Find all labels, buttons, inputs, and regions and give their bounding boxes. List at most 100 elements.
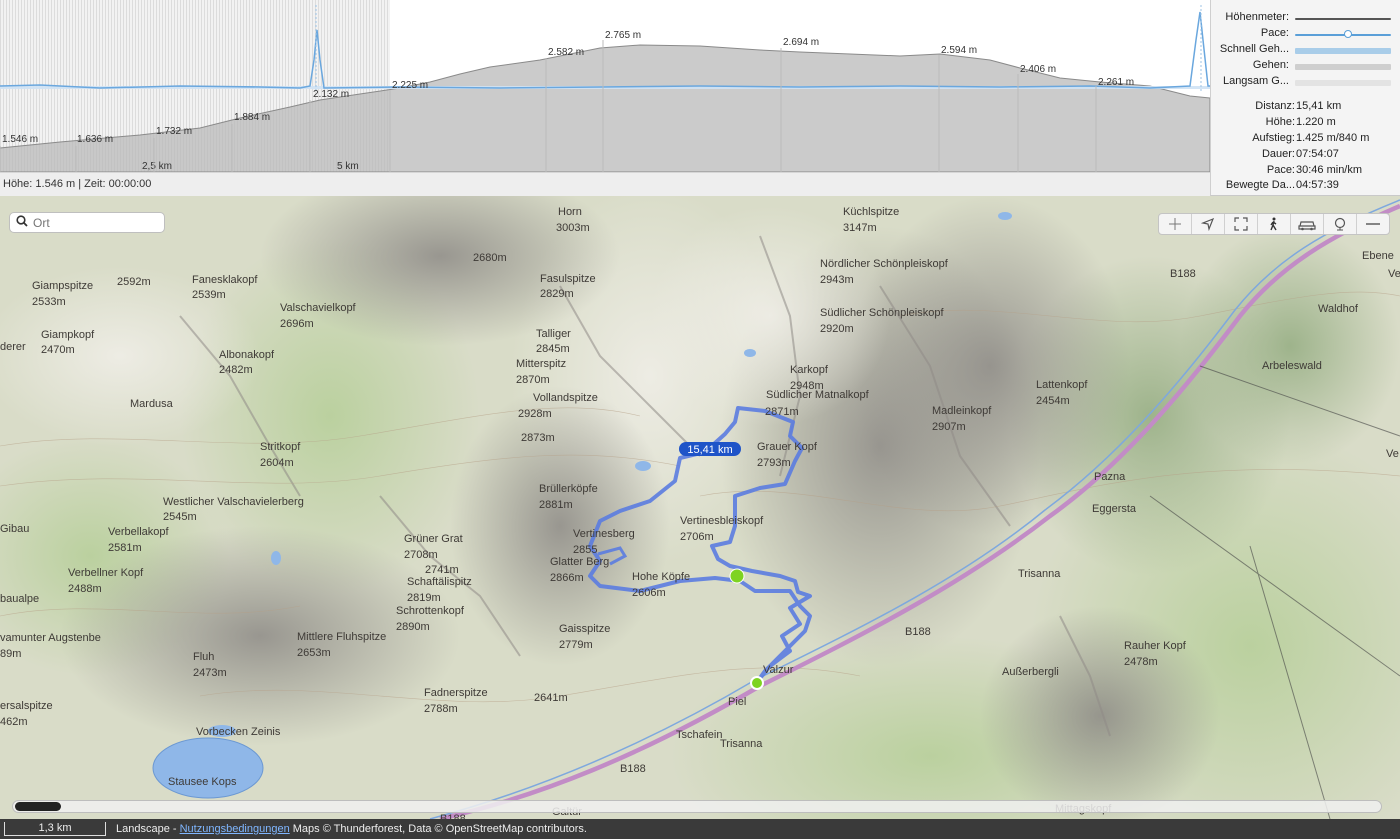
attribution-prefix: Landscape -	[116, 823, 180, 835]
legend-item-slow-walk[interactable]: Langsam G...	[1211, 75, 1400, 91]
map-label: derer	[0, 341, 26, 353]
collapse-button[interactable]	[1357, 214, 1389, 234]
map-label: 2943m	[820, 274, 854, 286]
map-label: 2653m	[297, 647, 331, 659]
legend-item-walk[interactable]: Gehen:	[1211, 59, 1400, 75]
map-label: Vollandspitze	[533, 392, 598, 404]
map-application: { "profile": { "elevation_labels": ["1.5…	[0, 0, 1400, 839]
map-label: Gaisspitze	[559, 623, 610, 635]
map-label: Giampkopf	[41, 329, 95, 341]
stat-label: Bewegte Da...	[1225, 179, 1295, 191]
location-search[interactable]	[9, 212, 165, 233]
terms-of-use-link[interactable]: Nutzungsbedingungen	[180, 823, 290, 835]
map-label: 2845m	[536, 343, 570, 355]
map-label: Vorbecken Zeinis	[196, 726, 281, 738]
map-label: Karkopf	[790, 364, 829, 376]
stat-distance: Distanz: 15,41 km	[1211, 100, 1400, 116]
map-label: Hohe Köpfe	[632, 571, 690, 583]
map-label: 2592m	[117, 276, 151, 288]
fullscreen-button[interactable]	[1225, 214, 1258, 234]
horizontal-scrollbar[interactable]	[12, 800, 1382, 813]
map-label: Fasulspitze	[540, 273, 596, 285]
map-label: Ebene	[1362, 250, 1394, 262]
legend-label: Schnell Geh...	[1219, 43, 1289, 55]
map-label: Schaftälispitz	[407, 576, 472, 588]
map-label: 462m	[0, 716, 28, 728]
route-start-marker[interactable]	[750, 676, 764, 690]
stat-duration: Dauer: 07:54:07	[1211, 148, 1400, 164]
map-label: ersalspitze	[0, 700, 53, 712]
map-label: 2545m	[163, 511, 197, 523]
profile-status: Höhe: 1.546 m | Zeit: 00:00:00	[0, 172, 1210, 196]
car-mode-button[interactable]	[1291, 214, 1324, 234]
locate-button[interactable]	[1192, 214, 1225, 234]
crosshair-button[interactable]	[1159, 214, 1192, 234]
legend-swatch	[1295, 64, 1391, 70]
elev-label: 2.225 m	[392, 80, 428, 91]
legend-item-fast-walk[interactable]: Schnell Geh...	[1211, 43, 1400, 59]
map-label: Westlicher Valschavielerberg	[163, 496, 304, 508]
map-label: 2604m	[260, 457, 294, 469]
map-label: 3147m	[843, 222, 877, 234]
search-input[interactable]	[33, 215, 153, 230]
distance-tick: 2,5 km	[142, 161, 172, 172]
stat-label: Dauer:	[1261, 148, 1295, 160]
legend-label: Höhenmeter:	[1225, 11, 1289, 23]
map-label: 2779m	[559, 639, 593, 651]
elev-label: 2.582 m	[548, 47, 584, 58]
elevation-profile[interactable]: 1.546 m 1.636 m 1.732 m 1.884 m 2.132 m …	[0, 0, 1210, 196]
walking-mode-button[interactable]	[1258, 214, 1291, 234]
stat-value: 1.425 m/840 m	[1296, 132, 1370, 144]
elev-label: 1.732 m	[156, 126, 192, 137]
scale-bar: 1,3 km	[4, 822, 106, 836]
pace-slider-track[interactable]	[1295, 34, 1391, 36]
attribution-suffix: Maps © Thunderforest, Data © OpenStreetM…	[289, 823, 587, 835]
map-label: Arbeleswald	[1262, 360, 1322, 372]
scrollbar-thumb[interactable]	[15, 802, 61, 811]
map-label: Waldhof	[1318, 303, 1359, 315]
stat-value: 30:46 min/km	[1296, 164, 1363, 176]
stat-moving-duration: Bewegte Da... 04:57:39	[1211, 179, 1400, 195]
map-label: Fanesklakopf	[192, 274, 258, 286]
map-label: 2454m	[1036, 395, 1070, 407]
map-label: 2829m	[540, 288, 574, 300]
map-label: Lattenkopf	[1036, 379, 1088, 391]
route-waypoint[interactable]	[729, 568, 745, 584]
map-label: 2788m	[424, 703, 458, 715]
legend-item-elevation[interactable]: Höhenmeter:	[1211, 11, 1400, 27]
status-bar: 1,3 km Landscape - Nutzungsbedingungen M…	[0, 819, 1400, 839]
map-label: Außerbergli	[1002, 666, 1059, 678]
map-label: B188	[1170, 268, 1196, 280]
map-label: Schrottenkopf	[396, 605, 465, 617]
map-label: 2606m	[632, 587, 666, 599]
elevation-chart[interactable]: 1.546 m 1.636 m 1.732 m 1.884 m 2.132 m …	[0, 0, 1210, 172]
map-label: 89m	[0, 648, 21, 660]
globe-button[interactable]	[1324, 214, 1357, 234]
location-arrow-icon	[1201, 217, 1215, 231]
hiker-icon	[1270, 217, 1277, 231]
stat-pace: Pace: 30:46 min/km	[1211, 164, 1400, 180]
elev-label: 2.261 m	[1098, 77, 1134, 88]
map-label: 2539m	[192, 289, 226, 301]
legend-item-pace[interactable]: Pace:	[1211, 27, 1400, 43]
stat-label: Aufstieg:	[1252, 132, 1295, 144]
map-view[interactable]: 15,41 km Horn 3003m Küchlspitze 3147m Fanesk…	[0, 196, 1400, 819]
map-toolbar	[1158, 213, 1390, 235]
map-label: 2793m	[757, 457, 791, 469]
map-label: 2871m	[765, 406, 799, 418]
elev-label: 2.406 m	[1020, 64, 1056, 75]
map-label: Fadnerspitze	[424, 687, 488, 699]
legend-panel: Höhenmeter: Pace: Schnell Geh... Gehen: …	[1210, 0, 1400, 196]
map-label: 2890m	[396, 621, 430, 633]
fullscreen-icon	[1234, 217, 1248, 231]
map-label: B188	[620, 763, 646, 775]
map-label: Mittlere Fluhspitze	[297, 631, 386, 643]
map-label: Valzur	[763, 664, 794, 676]
map-label: Piel	[728, 696, 746, 708]
route-distance-badge: 15,41 km	[679, 442, 741, 456]
topographic-map[interactable]: 15,41 km Horn 3003m Küchlspitze 3147m Fanesk…	[0, 196, 1400, 819]
map-label: Valschavielkopf	[280, 302, 357, 314]
map-label: Glatter Berg	[550, 556, 609, 568]
map-label: Ve	[1386, 448, 1399, 460]
pace-slider-knob[interactable]	[1343, 30, 1352, 38]
